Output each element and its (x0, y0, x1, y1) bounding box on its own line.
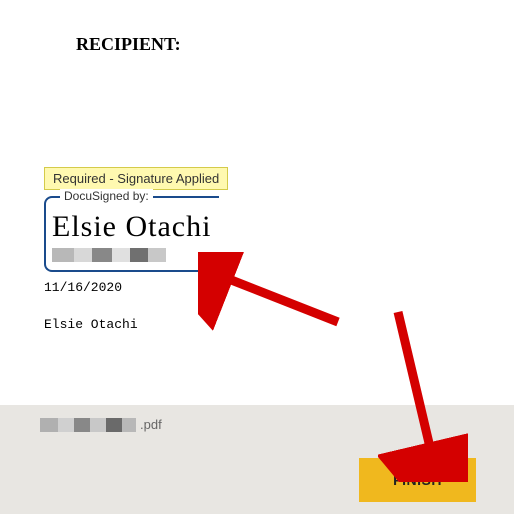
recipient-heading: RECIPIENT: (76, 34, 464, 55)
finish-button[interactable]: FINISH (359, 458, 476, 502)
file-name-redacted (40, 418, 136, 432)
document-page: RECIPIENT: Required - Signature Applied … (0, 0, 514, 405)
signature-status-chip: Required - Signature Applied (44, 167, 228, 190)
file-extension: .pdf (140, 417, 162, 432)
file-name-row: .pdf (40, 417, 474, 432)
signature-frame: Elsie Otachi (44, 196, 219, 272)
printed-name: Elsie Otachi (44, 317, 464, 332)
footer-bar: .pdf FINISH (0, 405, 514, 514)
signature-block[interactable]: Elsie Otachi (44, 196, 219, 272)
signature-handwriting: Elsie Otachi (52, 210, 213, 244)
signed-date: 11/16/2020 (44, 280, 464, 295)
signature-id-redacted (52, 248, 213, 262)
